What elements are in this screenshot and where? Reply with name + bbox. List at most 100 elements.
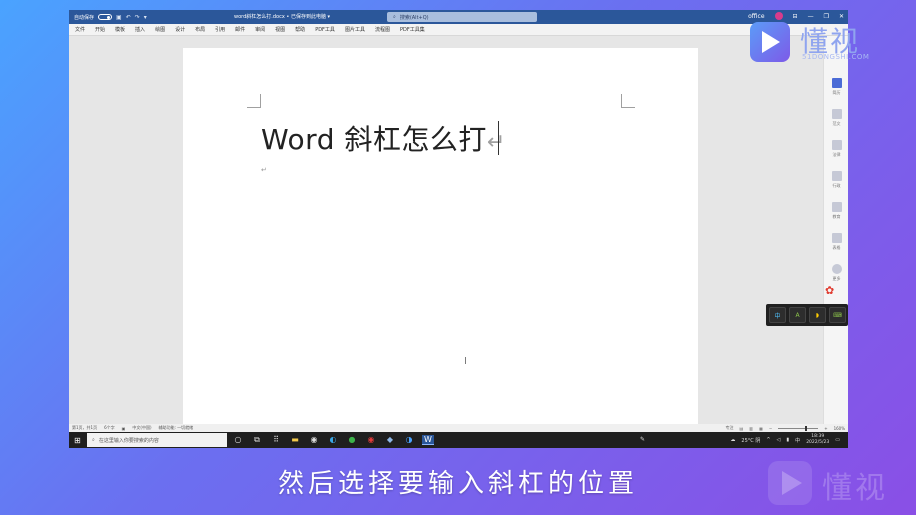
ime-keyboard-button[interactable]: ⌨: [829, 307, 846, 323]
weather-icon[interactable]: ☁: [730, 437, 735, 443]
browser-icon[interactable]: ◑: [403, 435, 415, 445]
ime-chinese-button[interactable]: 中: [769, 307, 786, 323]
zoom-in-icon[interactable]: +: [824, 426, 827, 431]
page-count[interactable]: 第1页，共1页: [72, 425, 97, 431]
resume-icon: [831, 78, 842, 88]
close-icon[interactable]: ✕: [839, 13, 844, 20]
paragraph-mark-icon: ↵: [486, 130, 506, 155]
ime-moon-button[interactable]: ◗: [809, 307, 826, 323]
zoom-out-icon[interactable]: −: [769, 426, 772, 431]
word-taskbar-icon[interactable]: W: [422, 435, 434, 445]
document-heading[interactable]: Word 斜杠怎么打↵: [261, 118, 506, 158]
view-controls: 专注 ▤ ▥ ▦ − + 160%: [726, 425, 845, 431]
search-box[interactable]: ⌕ 搜索(Alt+Q): [387, 12, 537, 22]
wechat-icon[interactable]: ●: [346, 435, 358, 445]
windows-start-icon[interactable]: ⊞: [74, 436, 81, 445]
heading-text: Word 斜杠怎么打: [261, 123, 487, 156]
tab-view[interactable]: 视图: [275, 26, 285, 33]
tab-design[interactable]: 设计: [175, 26, 185, 33]
tab-picture-tools[interactable]: 图片工具: [345, 26, 365, 33]
title-bar: 自动保存 ▣ ↶ ↷ ▾ word斜杠怎么打.docx • 已保存到此电脑 ▾ …: [69, 10, 848, 24]
qq-icon[interactable]: ◉: [308, 435, 320, 445]
tab-pdf-tools[interactable]: PDF工具: [315, 26, 335, 33]
redo-icon[interactable]: ↷: [135, 14, 140, 21]
tab-draw[interactable]: 绘图: [155, 26, 165, 33]
language[interactable]: 中文(中国): [132, 425, 151, 431]
panel-item-education[interactable]: 教育: [824, 202, 848, 220]
panel-item-tables[interactable]: 表格: [824, 233, 848, 251]
apps-grid-icon[interactable]: ⠿: [270, 435, 282, 445]
avatar[interactable]: [774, 12, 783, 20]
volume-icon[interactable]: ◁: [777, 437, 781, 443]
app-icon[interactable]: ◆: [384, 435, 396, 445]
undo-icon[interactable]: ↶: [126, 14, 131, 21]
panel-item-more[interactable]: 更多: [824, 264, 848, 282]
file-explorer-icon[interactable]: ▬: [289, 435, 301, 445]
tab-file[interactable]: 文件: [75, 26, 85, 33]
tab-templates[interactable]: 模板: [115, 26, 125, 33]
weather[interactable]: 25°C 阴: [741, 437, 760, 444]
focus-mode[interactable]: 专注: [726, 425, 734, 431]
tray-lang[interactable]: 中: [795, 437, 800, 444]
document-title: word斜杠怎么打.docx • 已保存到此电脑 ▾: [234, 14, 331, 20]
panel-item-admin[interactable]: 行政: [824, 171, 848, 189]
tray-expand-icon[interactable]: ^: [766, 437, 770, 443]
autosave-toggle[interactable]: [98, 14, 113, 20]
search-icon: ⌕: [92, 437, 95, 443]
tab-references[interactable]: 引用: [215, 26, 225, 33]
status-bar: 第1页，共1页 6个字 ▣ 中文(中国) 辅助功能: 一切就绪 专注 ▤ ▥ ▦…: [69, 424, 848, 432]
autosave-label: 自动保存: [74, 14, 95, 21]
record-icon[interactable]: ◉: [365, 435, 377, 445]
minimize-icon[interactable]: —: [808, 13, 814, 20]
read-mode-icon[interactable]: ▤: [740, 426, 744, 431]
taskbar-search-placeholder: 在这里输入你要搜索的内容: [98, 437, 159, 444]
more-icon: [831, 264, 842, 274]
cortana-icon[interactable]: ○: [232, 435, 244, 445]
save-icon[interactable]: ▣: [116, 14, 122, 21]
panel-item-sample[interactable]: 范文: [824, 109, 848, 127]
tab-review[interactable]: 审阅: [255, 26, 265, 33]
panel-item-legal[interactable]: 法律: [824, 140, 848, 158]
tab-home[interactable]: 开始: [95, 26, 105, 33]
brand-logo-domain: 51DONGSHI.COM: [802, 53, 870, 61]
date: 2022/5/23: [806, 440, 830, 445]
ribbon-display-icon[interactable]: ⊟: [793, 13, 798, 20]
account-name[interactable]: office: [748, 13, 764, 20]
pen-icon[interactable]: ✎: [640, 436, 645, 443]
system-tray: ☁ 25°C 阴 ^ ◁ ▮ 中 18:39 2022/5/23 ▭: [730, 434, 840, 446]
notification-icon[interactable]: ▭: [835, 437, 840, 443]
education-icon: [831, 202, 842, 212]
clock[interactable]: 18:39 2022/5/23: [806, 434, 829, 446]
zoom-level[interactable]: 160%: [834, 426, 845, 431]
tab-pdf-toolset[interactable]: PDF工具集: [400, 26, 425, 33]
network-icon[interactable]: ▮: [786, 437, 789, 443]
proofing-icon[interactable]: ▣: [122, 426, 126, 431]
sample-doc-icon: [831, 109, 842, 119]
tab-help[interactable]: 帮助: [295, 26, 305, 33]
text-caret: [498, 121, 499, 155]
empty-paragraph-mark-icon: ↵: [261, 166, 267, 174]
zoom-slider[interactable]: [778, 425, 819, 431]
search-placeholder: 搜索(Alt+Q): [399, 14, 429, 21]
panel-item-resume[interactable]: 简历: [824, 78, 848, 96]
word-count[interactable]: 6个字: [104, 425, 115, 431]
accessibility-status[interactable]: 辅助功能: 一切就绪: [159, 425, 194, 431]
window-controls: office ⊟ — ❐ ✕: [748, 12, 844, 20]
maximize-icon[interactable]: ❐: [824, 13, 829, 20]
web-layout-icon[interactable]: ▦: [759, 426, 763, 431]
gift-icon[interactable]: ✿: [825, 284, 834, 297]
task-view-icon[interactable]: ⧉: [251, 435, 263, 445]
template-side-panel: 简历 范文 法律 行政 教育 表格 更多: [823, 36, 848, 424]
print-layout-icon[interactable]: ▥: [749, 426, 753, 431]
tab-layout[interactable]: 布局: [195, 26, 205, 33]
tab-insert[interactable]: 插入: [135, 26, 145, 33]
customize-chevron-icon[interactable]: ▾: [144, 14, 147, 21]
search-icon: ⌕: [393, 14, 396, 20]
edge-icon[interactable]: ◐: [327, 435, 339, 445]
ime-width-button[interactable]: A: [789, 307, 806, 323]
document-page[interactable]: Word 斜杠怎么打↵ ↵ I: [183, 48, 698, 424]
taskbar-apps: ○ ⧉ ⠿ ▬ ◉ ◐ ● ◉ ◆ ◑ W: [232, 435, 434, 445]
taskbar-search[interactable]: ⌕ 在这里输入你要搜索的内容: [87, 433, 227, 447]
tab-flowchart[interactable]: 流程图: [375, 26, 390, 33]
tab-mailings[interactable]: 邮件: [235, 26, 245, 33]
